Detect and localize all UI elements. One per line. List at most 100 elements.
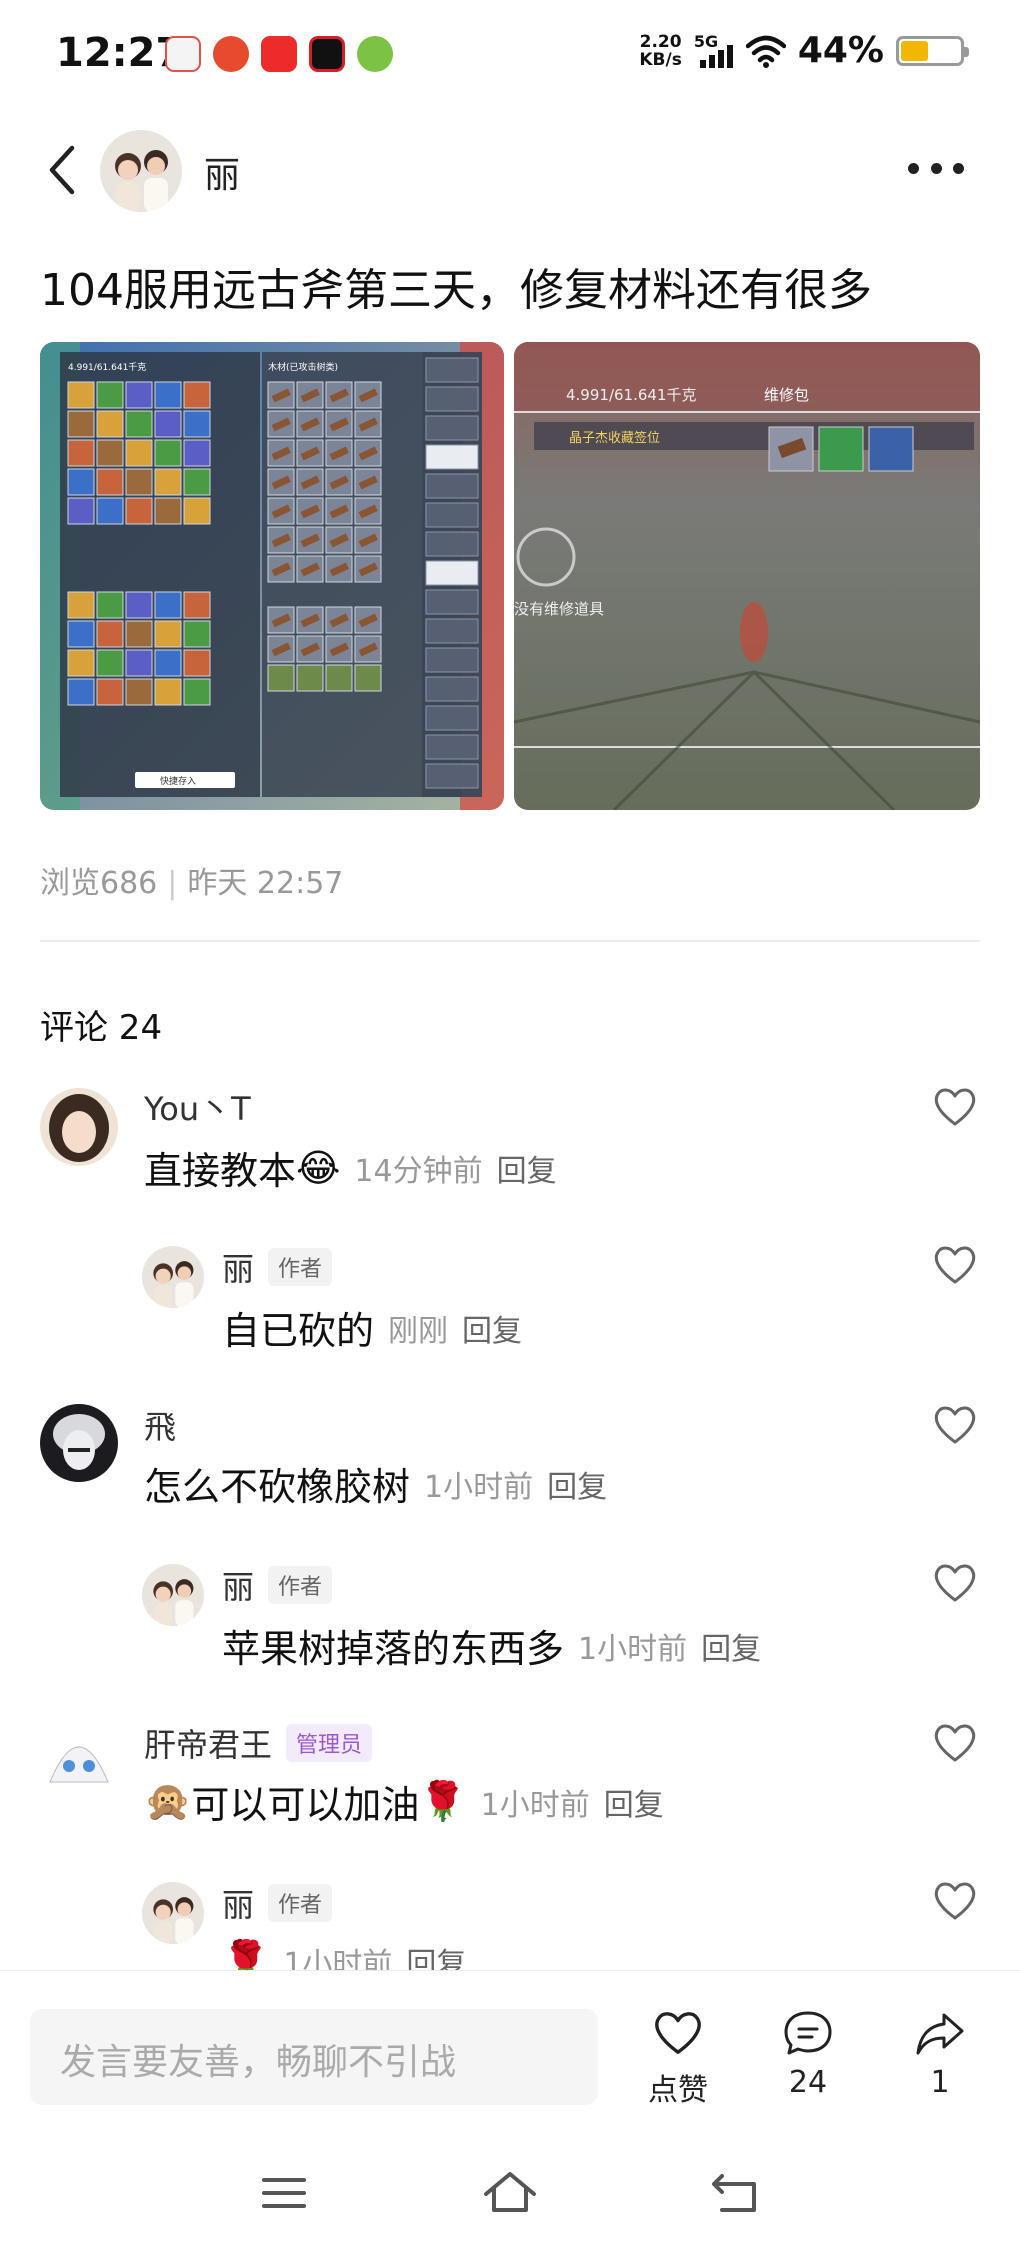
reply-button[interactable]: 回复 — [604, 1780, 664, 1824]
app-notification-icon — [165, 36, 201, 72]
commenter-avatar[interactable] — [40, 1404, 118, 1482]
inventory-slot — [67, 649, 95, 677]
app-notification-icon — [261, 36, 297, 72]
inventory-slot — [67, 620, 95, 648]
comments-title: 评论 24 — [40, 1008, 163, 1048]
quick-store-button: 快捷存入 — [160, 775, 196, 787]
commenter-name[interactable]: 飛 — [144, 1402, 176, 1448]
heart-icon[interactable] — [932, 1880, 978, 1922]
inventory-slot — [154, 410, 182, 438]
commenter-name-text[interactable]: 飛 — [144, 1402, 176, 1448]
commenter-name[interactable]: 丽作者 — [222, 1562, 333, 1608]
comment-time: 1小时前 — [424, 1469, 534, 1505]
rose-emoji-icon: 🌹 — [419, 1779, 467, 1823]
share-button[interactable]: 1 — [890, 2009, 990, 2100]
inventory-slot — [154, 381, 182, 409]
inventory-slot — [125, 649, 153, 677]
commenter-name-text[interactable]: 丽 — [222, 1562, 254, 1608]
author-badge: 作者 — [268, 1884, 333, 1922]
inventory-slot — [183, 381, 211, 409]
share-count: 1 — [930, 2065, 950, 2100]
repair-weight: 4.991/61.641千克 — [566, 386, 696, 404]
rose-emoji-icon: 🌹 — [222, 1938, 270, 1970]
author-badge: 作者 — [268, 1566, 333, 1604]
inventory-slot — [96, 620, 124, 648]
commenter-name-text[interactable]: 丽 — [222, 1244, 254, 1290]
comment-text: 怎么不砍橡胶树 1小时前 回复 — [144, 1456, 607, 1511]
comment-bubble-icon — [784, 2011, 832, 2055]
meta-separator: | — [167, 866, 178, 901]
inventory-slot — [125, 410, 153, 438]
post-title: 104服用远古斧第三天，修复材料还有很多 — [40, 265, 872, 316]
comment-input-placeholder: 发言要友善，畅聊不引战 — [60, 2042, 457, 2083]
inventory-slot — [354, 664, 382, 692]
commenter-name[interactable]: 丽作者 — [222, 1880, 333, 1926]
inventory-slot — [183, 439, 211, 467]
comment-button[interactable]: 24 — [758, 2009, 858, 2100]
heart-icon[interactable] — [932, 1404, 978, 1446]
category-list-item — [425, 357, 479, 383]
status-bar: 12:27 2.20 KB/s 5G 44% — [0, 0, 1020, 110]
author-name[interactable]: 丽 — [204, 146, 240, 198]
post-image-repair[interactable]: 4.991/61.641千克 维修包 晶子杰收藏签位 没有维修道具 — [514, 342, 980, 810]
view-count: 浏览686 — [40, 866, 158, 901]
return-icon[interactable] — [706, 2168, 766, 2218]
commenter-avatar[interactable] — [142, 1246, 204, 1308]
post-image-inventory[interactable]: 4.991/61.641千克 木材(已攻击树类) 快捷存入 — [40, 342, 504, 810]
comment-body: 怎么不砍橡胶树 — [144, 1465, 411, 1509]
like-button[interactable]: 点赞 — [628, 2009, 728, 2109]
commenter-avatar[interactable] — [142, 1882, 204, 1944]
system-nav-bar — [0, 2140, 1020, 2267]
reply-button[interactable]: 回复 — [497, 1146, 557, 1190]
comment-text: 🙊 可以可以加油 🌹 1小时前 回复 — [144, 1774, 664, 1829]
inventory-slot — [154, 468, 182, 496]
home-icon[interactable] — [480, 2168, 540, 2218]
repair-slot: 晶子杰收藏签位 — [569, 430, 660, 446]
menu-icon[interactable] — [254, 2168, 314, 2218]
category-list-item — [425, 763, 479, 789]
inventory-slot — [96, 468, 124, 496]
inventory-slot — [96, 591, 124, 619]
commenter-avatar[interactable] — [40, 1722, 118, 1800]
reply-button[interactable]: 回复 — [701, 1624, 761, 1668]
battery-percent: 44% — [797, 30, 884, 71]
inventory-slot — [96, 410, 124, 438]
author-avatar[interactable] — [100, 130, 182, 212]
reply-button[interactable]: 回复 — [547, 1462, 607, 1506]
commenter-avatar[interactable] — [40, 1088, 118, 1166]
commenter-name[interactable]: You丶T — [144, 1084, 251, 1130]
admin-badge: 管理员 — [286, 1724, 373, 1762]
category-list-item — [425, 647, 479, 673]
inventory-slot — [154, 591, 182, 619]
commenter-name[interactable]: 丽作者 — [222, 1244, 333, 1290]
commenter-name-text[interactable]: 丽 — [222, 1880, 254, 1926]
category-list-item — [425, 705, 479, 731]
heart-icon[interactable] — [932, 1244, 978, 1286]
comment-text: 苹果树掉落的东西多 1小时前 回复 — [222, 1618, 761, 1673]
commenter-name-text[interactable]: 肝帝君王 — [144, 1720, 272, 1766]
commenter-name-text[interactable]: You丶T — [144, 1084, 251, 1130]
inventory-slot — [154, 497, 182, 525]
more-dots-icon[interactable] — [908, 160, 964, 176]
heart-icon[interactable] — [932, 1086, 978, 1128]
commenter-avatar[interactable] — [142, 1564, 204, 1626]
notification-app-icons — [165, 36, 393, 72]
comment-time: 1小时前 — [578, 1631, 688, 1667]
inventory-slot — [183, 591, 211, 619]
inventory-slot — [325, 664, 353, 692]
reply-button[interactable]: 回复 — [406, 1939, 466, 1971]
monkey-emoji-icon: 🙊 — [144, 1779, 192, 1823]
category-list-item — [425, 618, 479, 644]
heart-icon[interactable] — [932, 1562, 978, 1604]
heart-icon[interactable] — [932, 1722, 978, 1764]
inventory-slot — [125, 678, 153, 706]
inventory-slot — [96, 381, 124, 409]
share-arrow-icon — [916, 2013, 964, 2055]
comment-input[interactable]: 发言要友善，畅聊不引战 — [30, 2009, 598, 2105]
category-list-item — [425, 444, 479, 470]
category-list-item — [425, 473, 479, 499]
inventory-slot — [125, 591, 153, 619]
reply-button[interactable]: 回复 — [462, 1306, 522, 1350]
commenter-name[interactable]: 肝帝君王 管理员 — [144, 1720, 373, 1766]
back-arrow-icon[interactable] — [40, 142, 84, 198]
